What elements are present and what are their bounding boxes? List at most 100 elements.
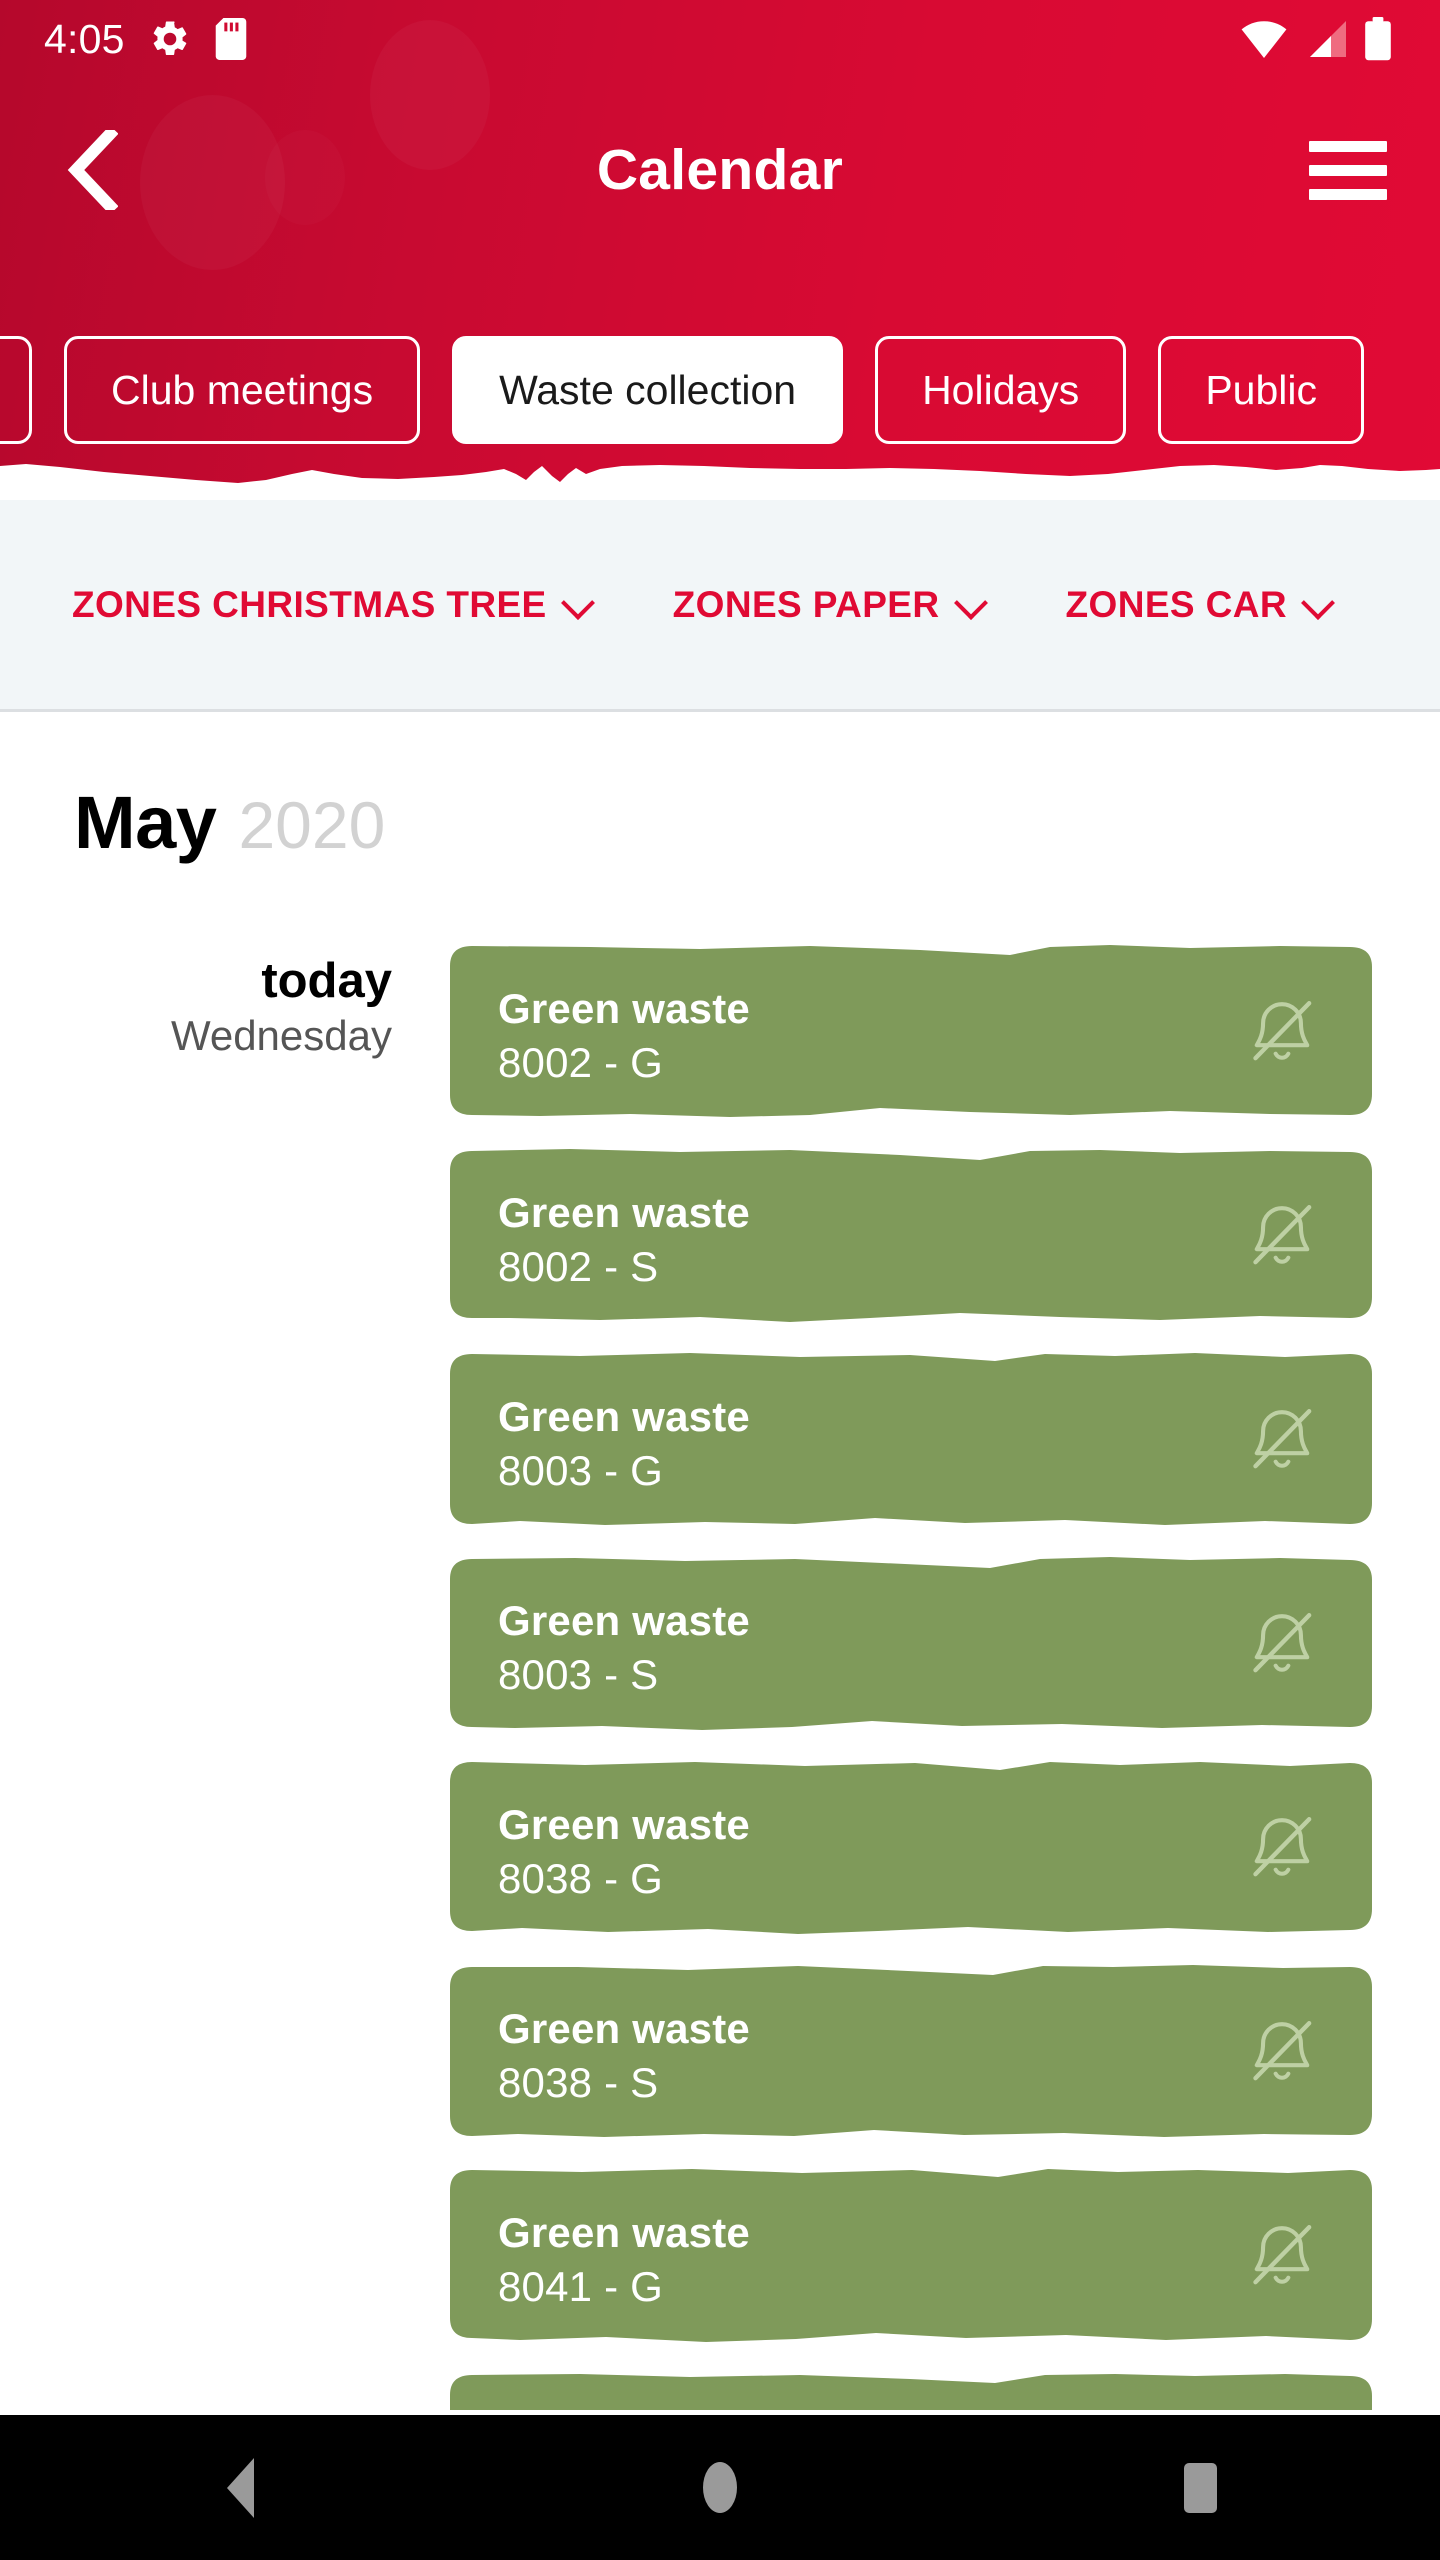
event-card-text: Green waste 8003 - G: [498, 1392, 750, 1496]
zone-filter-car[interactable]: ZONES CAR: [1066, 584, 1334, 626]
status-bar-right: [1240, 17, 1392, 61]
recents-square-icon: [1183, 2462, 1217, 2513]
zone-filter-paper[interactable]: ZONES PAPER: [673, 584, 986, 626]
month-header: May 2020: [74, 780, 385, 865]
event-subtitle: 8041 - G: [498, 2262, 664, 2310]
zone-filter-bar: ZONES CHRISTMAS TREE ZONES PAPER ZONES C…: [0, 500, 1440, 712]
event-title: Green waste: [498, 985, 750, 1032]
zone-filter-label: ZONES PAPER: [672, 583, 940, 625]
event-list[interactable]: today Wednesday Green waste 8002 - G Gre…: [0, 930, 1440, 2410]
event-day-label: today Wednesday: [0, 954, 410, 1061]
event-subtitle: 8003 - S: [498, 1650, 659, 1698]
chevron-left-icon: [67, 130, 118, 210]
bell-off-icon[interactable]: [1244, 1194, 1320, 1276]
event-day-primary: today: [261, 954, 392, 1008]
hamburger-menu-icon: [1309, 188, 1387, 200]
event-row: today Wednesday Green waste 8002 - G: [0, 930, 1440, 1134]
event-day-label: [0, 2178, 410, 2180]
event-row: [0, 2358, 1440, 2410]
gear-icon: [153, 21, 186, 56]
home-circle-icon: [703, 2462, 737, 2513]
event-row: Green waste 8003 - S: [0, 1542, 1440, 1746]
event-title: Green waste: [498, 1801, 750, 1848]
category-chip-club-meetings[interactable]: Club meetings: [64, 336, 421, 444]
event-card[interactable]: Green waste 8002 - G: [450, 942, 1372, 1120]
event-subtitle: 8003 - G: [498, 1446, 664, 1494]
event-row: Green waste 8038 - S: [0, 1950, 1440, 2154]
hamburger-menu-button[interactable]: [1300, 124, 1396, 216]
event-card[interactable]: Green waste 8003 - S: [450, 1554, 1372, 1732]
event-title: Green waste: [498, 1189, 750, 1236]
category-chip-partial-left[interactable]: [0, 336, 32, 444]
bell-off-icon[interactable]: [1244, 1398, 1320, 1480]
hamburger-menu-icon: [1309, 164, 1387, 176]
back-button[interactable]: [46, 124, 138, 216]
category-chip-waste-collection[interactable]: Waste collection: [452, 336, 844, 444]
app-root: 4:05 Calendar Club meetings Waste collec…: [0, 0, 1440, 2560]
event-card-text: Green waste 8002 - S: [498, 1188, 750, 1292]
chevron-down-icon: [563, 587, 593, 617]
event-subtitle: 8038 - G: [498, 1854, 664, 1902]
event-day-label: [0, 1566, 410, 1568]
event-subtitle: 8038 - S: [498, 2058, 659, 2106]
month-year: 2020: [238, 788, 386, 862]
chevron-down-icon: [1303, 587, 1333, 617]
category-chip-holidays[interactable]: Holidays: [875, 336, 1127, 444]
event-title: Green waste: [498, 1393, 750, 1440]
status-clock: 4:05: [44, 15, 125, 62]
event-row: Green waste 8003 - G: [0, 1338, 1440, 1542]
month-name: May: [74, 781, 217, 864]
event-day-label: [0, 1158, 410, 1160]
android-nav-bar: [0, 2415, 1440, 2560]
bell-off-icon[interactable]: [1244, 1806, 1320, 1888]
status-bar-left: 4:05: [44, 18, 247, 60]
bell-off-icon[interactable]: [1244, 2214, 1320, 2296]
event-card-text: Green waste 8002 - G: [498, 984, 750, 1088]
wifi-icon: [1241, 21, 1287, 58]
event-day-label: [0, 1770, 410, 1772]
event-card-text: Green waste 8041 - G: [498, 2208, 750, 2312]
zone-filter-christmas-tree[interactable]: ZONES CHRISTMAS TREE: [72, 584, 593, 626]
status-bar: 4:05: [0, 0, 1440, 78]
event-day-label: [0, 1362, 410, 1364]
event-row: Green waste 8041 - G: [0, 2154, 1440, 2358]
event-card[interactable]: Green waste 8038 - G: [450, 1758, 1372, 1936]
app-bar: Calendar: [0, 100, 1440, 240]
event-title: Green waste: [498, 2209, 750, 2256]
bell-off-icon[interactable]: [1244, 990, 1320, 1072]
category-chip-public[interactable]: Public: [1158, 336, 1364, 444]
hamburger-menu-icon: [1309, 140, 1387, 152]
event-card-text: Green waste 8038 - G: [498, 1800, 750, 1904]
bell-off-icon[interactable]: [1244, 2010, 1320, 2092]
nav-home-button[interactable]: [630, 2415, 810, 2560]
nav-recents-button[interactable]: [1110, 2415, 1290, 2560]
event-card-text: Green waste 8003 - S: [498, 1596, 750, 1700]
event-day-label: [0, 1974, 410, 1976]
event-row: Green waste 8002 - S: [0, 1134, 1440, 1338]
sd-card-icon: [215, 18, 246, 60]
event-title: Green waste: [498, 2005, 750, 2052]
bell-off-icon[interactable]: [1244, 1602, 1320, 1684]
event-subtitle: 8002 - G: [498, 1038, 664, 1086]
category-chip-row[interactable]: Club meetings Waste collection Holidays …: [0, 330, 1440, 450]
battery-icon: [1365, 17, 1391, 61]
back-triangle-icon: [226, 2457, 254, 2518]
event-card[interactable]: Green waste 8002 - S: [450, 1146, 1372, 1324]
nav-back-button[interactable]: [150, 2415, 330, 2560]
event-card[interactable]: Green waste 8038 - S: [450, 1962, 1372, 2140]
event-card[interactable]: Green waste 8003 - G: [450, 1350, 1372, 1528]
card-background: [450, 2374, 1372, 2410]
event-card[interactable]: Green waste 8041 - G: [450, 2166, 1372, 2344]
page-title: Calendar: [596, 138, 844, 202]
torn-paper-edge: [0, 464, 1440, 500]
event-card-text: Green waste 8038 - S: [498, 2004, 750, 2108]
zone-filter-label: ZONES CHRISTMAS TREE: [72, 583, 547, 625]
event-row: Green waste 8038 - G: [0, 1746, 1440, 1950]
event-day-secondary: Wednesday: [170, 1011, 392, 1059]
event-subtitle: 8002 - S: [498, 1242, 659, 1290]
chevron-down-icon: [956, 587, 986, 617]
zone-filter-label: ZONES CAR: [1065, 583, 1288, 625]
cellular-signal-icon: [1310, 21, 1346, 57]
event-card-partial[interactable]: [450, 2370, 1372, 2410]
event-title: Green waste: [498, 1597, 750, 1644]
